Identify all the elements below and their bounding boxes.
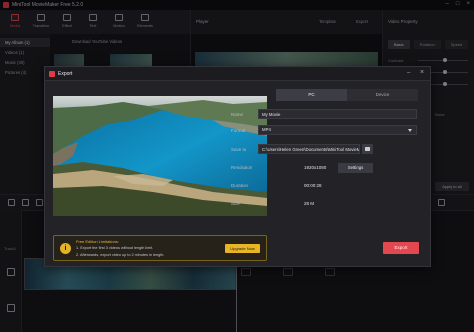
export-dialog-title: Export: [58, 71, 73, 77]
resolution-label: Resolution: [231, 165, 253, 170]
notice-line-1: 1. Export the first 3 videos without len…: [76, 246, 154, 250]
format-select[interactable]: MP4: [258, 125, 417, 135]
minimize-dialog-button[interactable]: –: [407, 70, 410, 76]
info-icon: i: [60, 243, 71, 254]
settings-button[interactable]: Settings: [338, 163, 373, 173]
export-button[interactable]: Export: [383, 242, 419, 254]
notice-title: Free Edition Limitations:: [76, 239, 119, 244]
notice-line-2: 2. Afterwards, export video up to 2 minu…: [76, 253, 165, 257]
upgrade-now-button[interactable]: Upgrade Now: [225, 244, 260, 253]
duration-label: Duration: [231, 183, 249, 188]
folder-icon: [365, 147, 370, 151]
resolution-value: 1920x1080: [304, 165, 327, 170]
size-label: Size: [231, 201, 240, 206]
tab-pc[interactable]: PC: [276, 89, 347, 101]
tab-device[interactable]: Device: [347, 89, 418, 101]
close-dialog-button[interactable]: ×: [420, 69, 424, 76]
save-to-label: Save to: [231, 147, 247, 152]
size-value: 28 M: [304, 201, 315, 206]
export-dialog-header: Export – ×: [45, 67, 430, 81]
browse-folder-button[interactable]: [362, 144, 373, 154]
name-label: Name: [231, 112, 244, 117]
save-to-field[interactable]: [258, 144, 360, 154]
format-label: Format: [231, 128, 246, 133]
free-edition-notice: i Free Edition Limitations: 1. Export th…: [53, 235, 267, 261]
destination-tabs: PC Device: [276, 89, 418, 101]
export-logo-icon: [49, 71, 55, 77]
duration-value: 00:00:28: [304, 183, 322, 188]
name-field[interactable]: [258, 109, 417, 119]
format-value: MP4: [262, 127, 271, 132]
